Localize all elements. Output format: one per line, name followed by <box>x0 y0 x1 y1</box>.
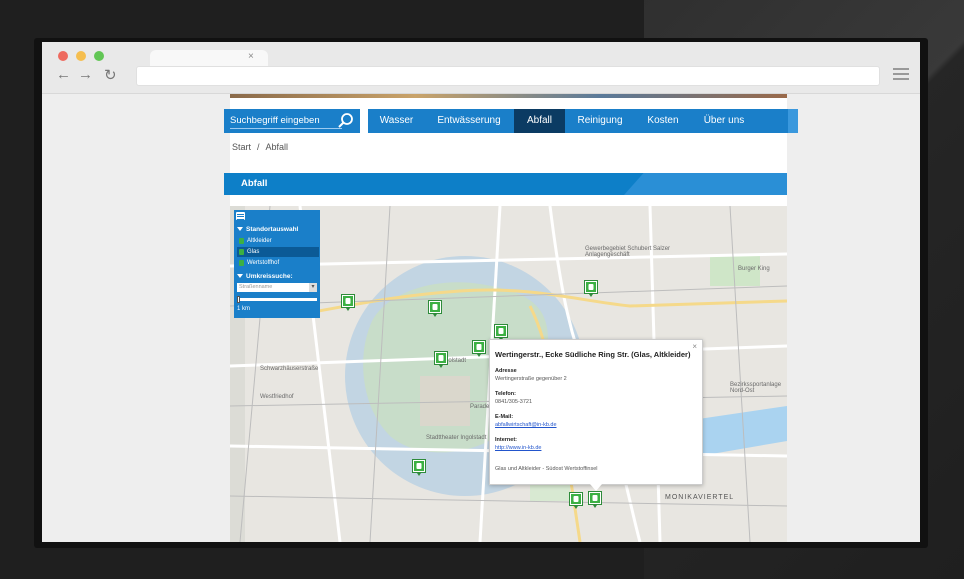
close-window-dot[interactable] <box>58 51 68 61</box>
nav-item-reinigung[interactable]: Reinigung <box>568 109 632 133</box>
container-pin-icon <box>428 300 442 317</box>
internet-label: Internet: <box>495 437 517 443</box>
map-label-schwarzhaeuserstrasse: Schwarzhäuserstraße <box>260 366 319 372</box>
slider-handle[interactable] <box>237 296 240 303</box>
container-pin-icon <box>341 294 355 311</box>
reload-icon[interactable]: ↻ <box>104 66 117 84</box>
map-label-burger-king: Burger King <box>738 266 770 272</box>
chevron-down-icon[interactable]: ▾ <box>309 283 317 292</box>
container-pin-icon <box>472 340 486 357</box>
container-icon <box>239 249 244 255</box>
navbar-tail <box>788 109 798 133</box>
search-box <box>224 109 360 133</box>
maximize-window-dot[interactable] <box>94 51 104 61</box>
main-navigation: Wasser Entwässerung Abfall Reinigung Kos… <box>368 109 798 133</box>
location-info-popup: × Wertingerstr., Ecke Südliche Ring Str.… <box>489 339 703 491</box>
truck-icon <box>239 260 244 266</box>
container-pin-icon <box>412 459 426 476</box>
recycling-container-marker[interactable] <box>341 294 355 311</box>
container-pin-icon <box>584 280 598 297</box>
breadcrumb-separator: / <box>257 142 260 152</box>
container-pin-icon <box>588 491 602 508</box>
nav-item-ueber-uns[interactable]: Über uns <box>694 109 754 133</box>
recycling-container-marker[interactable] <box>412 459 426 476</box>
breadcrumb: Start / Abfall <box>232 142 288 152</box>
breadcrumb-home[interactable]: Start <box>232 142 251 152</box>
breadcrumb-current: Abfall <box>265 142 289 152</box>
phone-value: 0841/305-3721 <box>495 399 533 405</box>
browser-window: × ← → ↻ Wasser Entwässerung <box>42 42 920 542</box>
map-label-stadttheater: Stadttheater Ingolstadt <box>426 435 487 441</box>
recycling-container-marker[interactable] <box>588 491 602 508</box>
recycling-container-marker[interactable] <box>584 280 598 297</box>
container-icon <box>239 238 244 244</box>
layer-item-wertstoffhof[interactable]: Wertstoffhof <box>237 258 319 268</box>
search-input[interactable] <box>230 113 342 129</box>
internet-link[interactable]: http://www.in-kb.de <box>495 445 541 451</box>
minimize-window-dot[interactable] <box>76 51 86 61</box>
nav-item-entwaesserung[interactable]: Entwässerung <box>425 109 513 133</box>
map-label-gewerbegebiet: Gewerbegebiet Schubert Salzer Anlagenges… <box>585 246 671 258</box>
radius-value: 1 km <box>237 306 251 312</box>
map-label-bezirkssportanlage: Bezirkssportanlage Nord-Ost <box>730 382 782 394</box>
collapse-triangle-icon <box>237 274 243 278</box>
tab-close-icon[interactable]: × <box>248 51 254 62</box>
search-icon[interactable] <box>337 111 355 131</box>
location-select-heading[interactable]: Standortauswahl <box>237 226 298 233</box>
hamburger-menu-icon[interactable] <box>893 68 909 82</box>
map[interactable]: Ingolstadt MONIKAVIERTEL Gewerbegebiet S… <box>230 206 787 542</box>
section-title: Abfall <box>241 178 268 189</box>
browser-viewport: Wasser Entwässerung Abfall Reinigung Kos… <box>42 94 920 542</box>
address-value: Wertingerstraße gegenüber 2 <box>495 376 567 382</box>
recycling-container-marker[interactable] <box>472 340 486 357</box>
browser-titlebar: × ← → ↻ <box>42 42 920 94</box>
email-link[interactable]: abfallwirtschaft@in-kb.de <box>495 422 557 428</box>
phone-label: Telefon: <box>495 391 516 397</box>
address-label: Adresse <box>495 368 517 374</box>
recycling-container-marker[interactable] <box>434 351 448 368</box>
address-bar[interactable] <box>136 66 880 86</box>
map-label-monikaviertel: MONIKAVIERTEL <box>665 494 735 501</box>
hero-image-strip <box>230 94 787 98</box>
recycling-container-marker[interactable] <box>569 492 583 509</box>
forward-arrow-icon[interactable]: → <box>78 66 93 83</box>
nav-item-kosten[interactable]: Kosten <box>632 109 694 133</box>
street-name-select[interactable]: Straßenname ▾ <box>237 283 317 292</box>
banner-fold <box>624 173 787 195</box>
email-label: E-Mail: <box>495 414 514 420</box>
section-banner: Abfall <box>224 173 787 195</box>
map-label-westfriedhof: Westfriedhof <box>260 394 294 400</box>
popup-note: Glas und Altkleider - Südost Wertstoffin… <box>495 466 598 472</box>
layer-item-glas[interactable]: Glas <box>237 247 319 257</box>
back-arrow-icon[interactable]: ← <box>56 66 71 83</box>
container-pin-icon <box>434 351 448 368</box>
popup-title: Wertingerstr., Ecke Südliche Ring Str. (… <box>495 350 691 359</box>
layer-item-altkleider[interactable]: Altkleider <box>237 236 319 246</box>
nav-item-wasser[interactable]: Wasser <box>368 109 425 133</box>
device-frame: × ← → ↻ Wasser Entwässerung <box>0 0 964 579</box>
container-pin-icon <box>569 492 583 509</box>
panel-menu-icon[interactable] <box>236 212 245 220</box>
map-control-panel: Standortauswahl Altkleider Glas Wertstof… <box>234 210 320 318</box>
nav-item-abfall[interactable]: Abfall <box>514 109 565 133</box>
recycling-container-marker[interactable] <box>428 300 442 317</box>
radius-search-heading[interactable]: Umkreissuche: <box>237 273 293 280</box>
collapse-triangle-icon <box>237 227 243 231</box>
radius-slider[interactable] <box>237 296 317 303</box>
website: Wasser Entwässerung Abfall Reinigung Kos… <box>224 94 798 542</box>
